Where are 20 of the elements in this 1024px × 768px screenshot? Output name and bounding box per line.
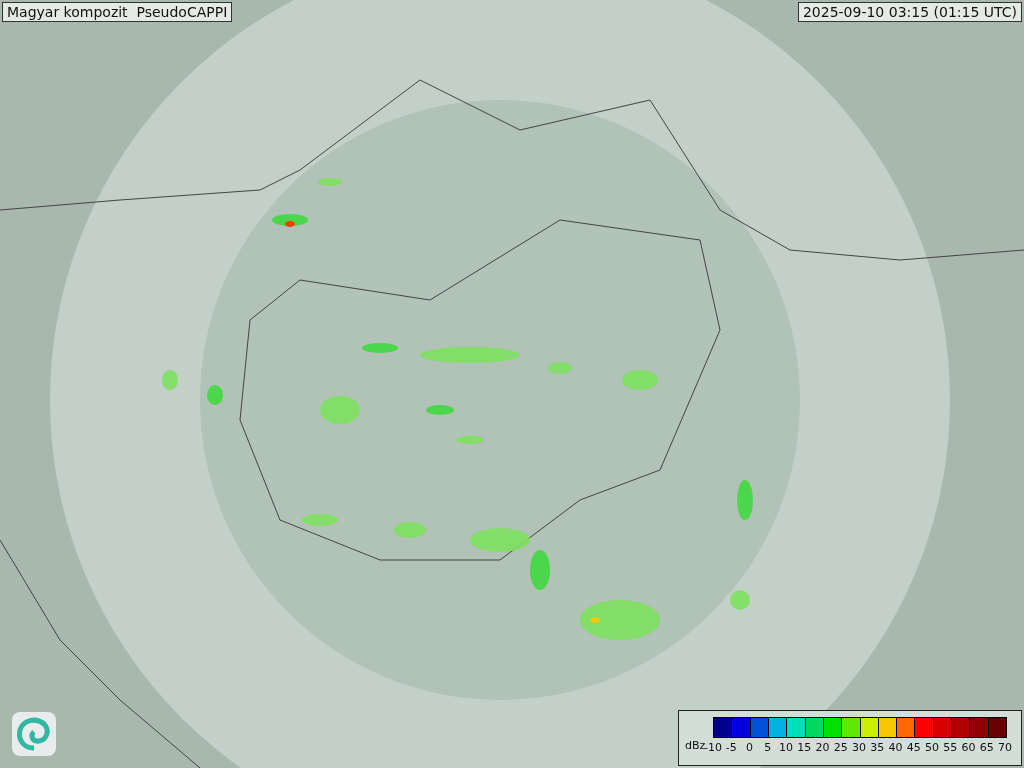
- tick-label: 25: [833, 741, 848, 754]
- tick-label: 55: [943, 741, 958, 754]
- timestamp: 2025-09-10 03:15 (01:15 UTC): [797, 2, 1022, 22]
- tick-label: 15: [797, 741, 812, 754]
- tick-label: 0: [746, 741, 753, 754]
- tick-label: -5: [725, 741, 737, 754]
- tick-label: 65: [979, 741, 994, 754]
- tick-label: 20: [815, 741, 830, 754]
- tick-label: 5: [764, 741, 772, 754]
- tick-label: 30: [852, 741, 866, 754]
- tick-label: -10: [704, 741, 722, 754]
- tick-label: 35: [870, 741, 885, 754]
- tick-label: 60: [961, 741, 976, 754]
- map-title: Magyar kompozit PseudoCAPPI: [2, 2, 233, 22]
- tick-label: 50: [925, 741, 939, 754]
- tick-label: 45: [906, 741, 921, 754]
- tick-label: 70: [998, 741, 1012, 754]
- swirl-logo-icon: [12, 712, 56, 756]
- tick-label: 40: [888, 741, 903, 754]
- tick-label: 10: [779, 741, 793, 754]
